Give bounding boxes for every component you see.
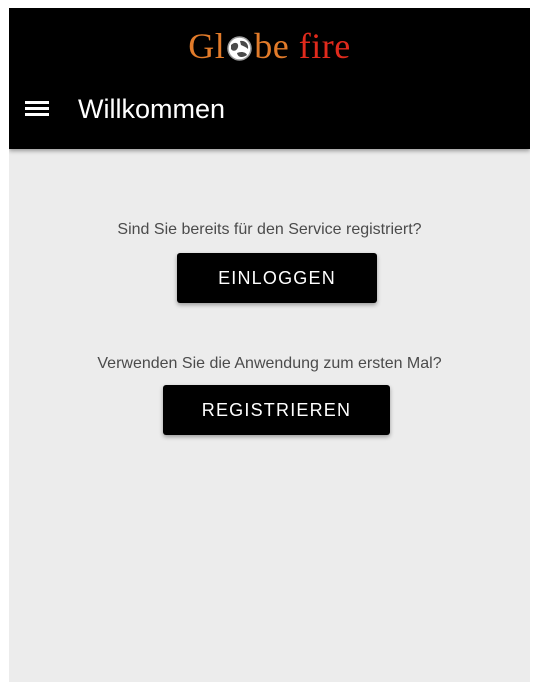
login-button[interactable]: EINLOGGEN <box>177 253 377 303</box>
register-prompt: Verwenden Sie die Anwendung zum ersten M… <box>97 355 442 372</box>
logo-globe-text-start: Gl <box>188 26 226 66</box>
logo-globe-text-end: be <box>254 26 290 66</box>
login-prompt: Sind Sie bereits für den Service registr… <box>117 221 422 238</box>
logo-fire-text: fire <box>298 26 351 66</box>
app-bar: Gl be fire Willkommen <box>9 8 530 149</box>
globe-icon <box>226 28 253 61</box>
menu-line-top <box>25 101 49 104</box>
app-screen: Gl be fire Willkommen Sind Sie bereits fü… <box>9 8 530 682</box>
page-title: Willkommen <box>78 94 226 124</box>
menu-line-middle <box>25 107 49 110</box>
menu-line-bottom <box>25 113 49 116</box>
hamburger-menu-icon[interactable] <box>25 97 51 121</box>
register-button[interactable]: REGISTRIEREN <box>163 385 390 435</box>
globe-fire-logo: Gl be fire <box>9 24 530 68</box>
